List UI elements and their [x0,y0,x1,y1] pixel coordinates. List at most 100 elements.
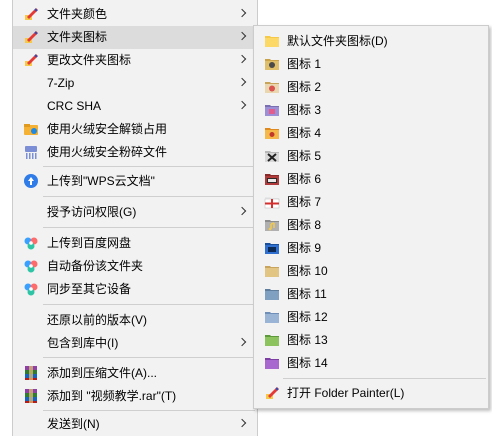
submenu-item-icon-10[interactable]: 图标 10 [254,260,488,283]
folder-icon-13 [264,332,280,348]
menu-item-label: 上传到百度网盘 [47,236,132,250]
menu-item-label: 自动备份该文件夹 [47,259,144,273]
submenu-item-icon-14[interactable]: 图标 14 [254,352,488,375]
chevron-right-icon [237,206,247,216]
folder-icon-6 [264,171,280,187]
folder-painter-icon [264,385,280,401]
menu-item-label: 上传到"WPS云文档" [47,174,155,188]
folder-painter-icon [23,29,39,45]
submenu-item-icon-13[interactable]: 图标 13 [254,329,488,352]
submenu-item-icon-6[interactable]: 图标 6 [254,168,488,191]
menu-item-include-in-library[interactable]: 包含到库中(I) [13,332,257,355]
baidu-netdisk-icon [23,258,39,274]
menu-item-folder-color[interactable]: 文件夹颜色 [13,3,257,26]
menu-item-baidu-sync[interactable]: 同步至其它设备 [13,278,257,301]
submenu-item-label: 图标 2 [287,80,322,94]
submenu-item-label: 图标 11 [287,287,327,301]
menu-item-label: 还原以前的版本(V) [47,313,147,327]
folder-icon-4 [264,125,280,141]
submenu-item-icon-3[interactable]: 图标 3 [254,99,488,122]
menu-item-baidu-backup[interactable]: 自动备份该文件夹 [13,255,257,278]
folder-icon-10 [264,263,280,279]
submenu-item-icon-4[interactable]: 图标 4 [254,122,488,145]
submenu-item-label: 图标 10 [287,264,328,278]
menu-item-change-folder-icon[interactable]: 更改文件夹图标 [13,49,257,72]
chevron-right-icon [237,337,247,347]
menu-item-huorong-shred[interactable]: 使用火绒安全粉碎文件 [13,141,257,164]
submenu-item-icon-7[interactable]: 图标 7 [254,191,488,214]
menu-item-restore-versions[interactable]: 还原以前的版本(V) [13,309,257,332]
chevron-right-icon [237,100,247,110]
submenu-item-label: 图标 6 [287,172,322,186]
menu-item-7zip[interactable]: 7-Zip [13,72,257,95]
menu-separator [43,227,255,228]
menu-item-baidu-upload[interactable]: 上传到百度网盘 [13,232,257,255]
submenu-item-open-folder-painter[interactable]: 打开 Folder Painter(L) [254,382,488,405]
chevron-right-icon [237,31,247,41]
submenu-item-default-folder-icon[interactable]: 默认文件夹图标(D) [254,30,488,53]
folder-icon-1 [264,56,280,72]
menu-item-huorong-unlock[interactable]: 使用火绒安全解锁占用 [13,118,257,141]
folder-icon-5 [264,148,280,164]
chevron-right-icon [237,77,247,87]
menu-separator [43,410,255,411]
winrar-icon [23,365,39,381]
submenu-item-label: 图标 13 [287,333,328,347]
menu-item-label: CRC SHA [47,99,102,113]
menu-item-label: 同步至其它设备 [47,282,132,296]
submenu-item-label: 图标 12 [287,310,328,324]
submenu-item-label: 图标 3 [287,103,322,117]
folder-painter-icon [23,52,39,68]
menu-item-add-to-archive[interactable]: 添加到压缩文件(A)... [13,362,257,385]
menu-item-label: 授予访问权限(G) [47,205,137,219]
menu-item-send-to[interactable]: 发送到(N) [13,413,257,436]
menu-item-folder-icon[interactable]: 文件夹图标 [13,26,257,49]
folder-icon-3 [264,102,280,118]
menu-item-label: 包含到库中(I) [47,336,119,350]
submenu-item-label: 默认文件夹图标(D) [287,34,388,48]
folder-icon-submenu: 默认文件夹图标(D) 图标 1 图标 2 图标 3 图标 4 图标 5 图标 6… [253,25,489,409]
folder-painter-icon [23,6,39,22]
menu-separator [283,378,486,379]
menu-item-label: 7-Zip [47,76,75,90]
submenu-item-label: 图标 14 [287,356,328,370]
folder-icon-14 [264,355,280,371]
folder-icon-9 [264,240,280,256]
menu-item-grant-access[interactable]: 授予访问权限(G) [13,201,257,224]
folder-icon-8 [264,217,280,233]
menu-item-label: 使用火绒安全粉碎文件 [47,145,168,159]
huorong-unlock-icon [23,121,39,137]
submenu-item-icon-5[interactable]: 图标 5 [254,145,488,168]
submenu-item-icon-2[interactable]: 图标 2 [254,76,488,99]
baidu-netdisk-icon [23,235,39,251]
folder-icon-7 [264,194,280,210]
menu-item-label: 添加到压缩文件(A)... [47,366,157,380]
submenu-item-icon-8[interactable]: 图标 8 [254,214,488,237]
winrar-icon [23,388,39,404]
menu-item-wps-upload[interactable]: 上传到"WPS云文档" [13,170,257,193]
menu-separator [43,304,255,305]
submenu-item-label: 图标 5 [287,149,322,163]
default-folder-icon [264,33,280,49]
submenu-item-icon-12[interactable]: 图标 12 [254,306,488,329]
submenu-item-label: 图标 7 [287,195,322,209]
submenu-item-label: 图标 1 [287,57,322,71]
submenu-item-icon-9[interactable]: 图标 9 [254,237,488,260]
menu-item-label: 文件夹颜色 [47,7,108,21]
submenu-item-label: 打开 Folder Painter(L) [287,386,405,400]
chevron-right-icon [237,418,247,428]
context-menu: 文件夹颜色 文件夹图标 更改文件夹图标 7-Zip CRC SHA 使用火绒安全… [12,0,258,436]
submenu-item-icon-1[interactable]: 图标 1 [254,53,488,76]
menu-item-add-to-named-rar[interactable]: 添加到 "视频教学.rar"(T) [13,385,257,408]
folder-icon-2 [264,79,280,95]
menu-separator [43,357,255,358]
menu-separator [43,196,255,197]
menu-item-label: 发送到(N) [47,417,100,431]
folder-icon-11 [264,286,280,302]
menu-item-crc-sha[interactable]: CRC SHA [13,95,257,118]
baidu-netdisk-icon [23,281,39,297]
chevron-right-icon [237,54,247,64]
menu-item-label: 更改文件夹图标 [47,53,132,67]
submenu-item-icon-11[interactable]: 图标 11 [254,283,488,306]
folder-icon-12 [264,309,280,325]
